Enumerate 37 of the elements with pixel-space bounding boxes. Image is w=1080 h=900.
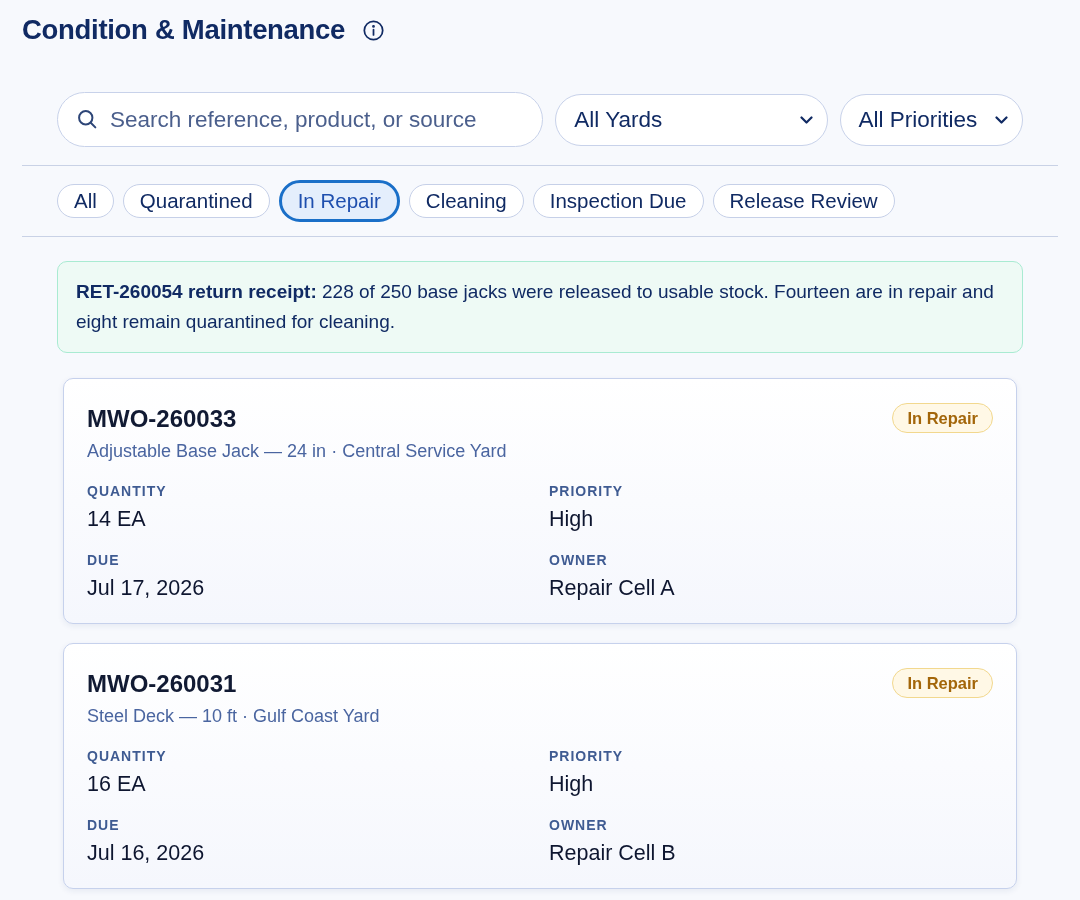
work-order-subtitle: Adjustable Base Jack — 24 in · Central Service Yard — [87, 440, 507, 462]
field-value: High — [549, 771, 595, 797]
work-order-subtitle: Steel Deck — 10 ft · Gulf Coast Yard — [87, 705, 380, 727]
field-value: Repair Cell A — [549, 575, 676, 601]
search-field[interactable]: Search reference, product, or source — [57, 92, 544, 147]
status-filter-tab[interactable]: In Repair — [278, 180, 400, 222]
field-label: DUE — [87, 816, 121, 834]
field-label: PRIORITY — [549, 747, 625, 765]
work-order-id: MWO-260033 — [87, 405, 238, 433]
yard-select[interactable]: All Yards — [555, 93, 828, 146]
work-order-id: MWO-260031 — [87, 670, 238, 698]
chevron-down-icon — [995, 115, 1008, 124]
status-badge: In Repair — [892, 403, 993, 433]
status-filter-tab[interactable]: Cleaning — [408, 184, 524, 218]
status-filter-tab[interactable]: All — [57, 184, 114, 218]
field-label: PRIORITY — [549, 482, 625, 500]
priority-select[interactable]: All Priorities — [839, 93, 1023, 146]
page-title: Condition & Maintenance — [22, 14, 346, 46]
field-label: QUANTITY — [87, 482, 168, 500]
field-label: QUANTITY — [87, 747, 168, 765]
status-filter-tab[interactable]: Quarantined — [122, 184, 270, 218]
field-value: 14 EA — [87, 506, 147, 532]
field-label: OWNER — [549, 551, 609, 569]
status-badge: In Repair — [892, 668, 993, 698]
field-value: Repair Cell B — [549, 840, 677, 866]
notice-text: RET-260054 return receipt: 228 of 250 base jacks were released to usable stock. Fourteen are in repair and eight remain quarantined for cleaning. — [76, 280, 995, 334]
info-icon[interactable] — [363, 19, 385, 41]
field-value: 16 EA — [87, 771, 147, 797]
field-value: High — [549, 506, 595, 532]
search-icon — [77, 109, 97, 129]
field-value: Jul 16, 2026 — [87, 840, 206, 866]
status-filter-tab[interactable]: Inspection Due — [532, 184, 704, 218]
field-label: OWNER — [549, 816, 609, 834]
field-value: Jul 17, 2026 — [87, 575, 206, 601]
status-filter-tab[interactable]: Release Review — [712, 184, 895, 218]
chevron-down-icon — [799, 115, 813, 124]
field-label: DUE — [87, 551, 121, 569]
